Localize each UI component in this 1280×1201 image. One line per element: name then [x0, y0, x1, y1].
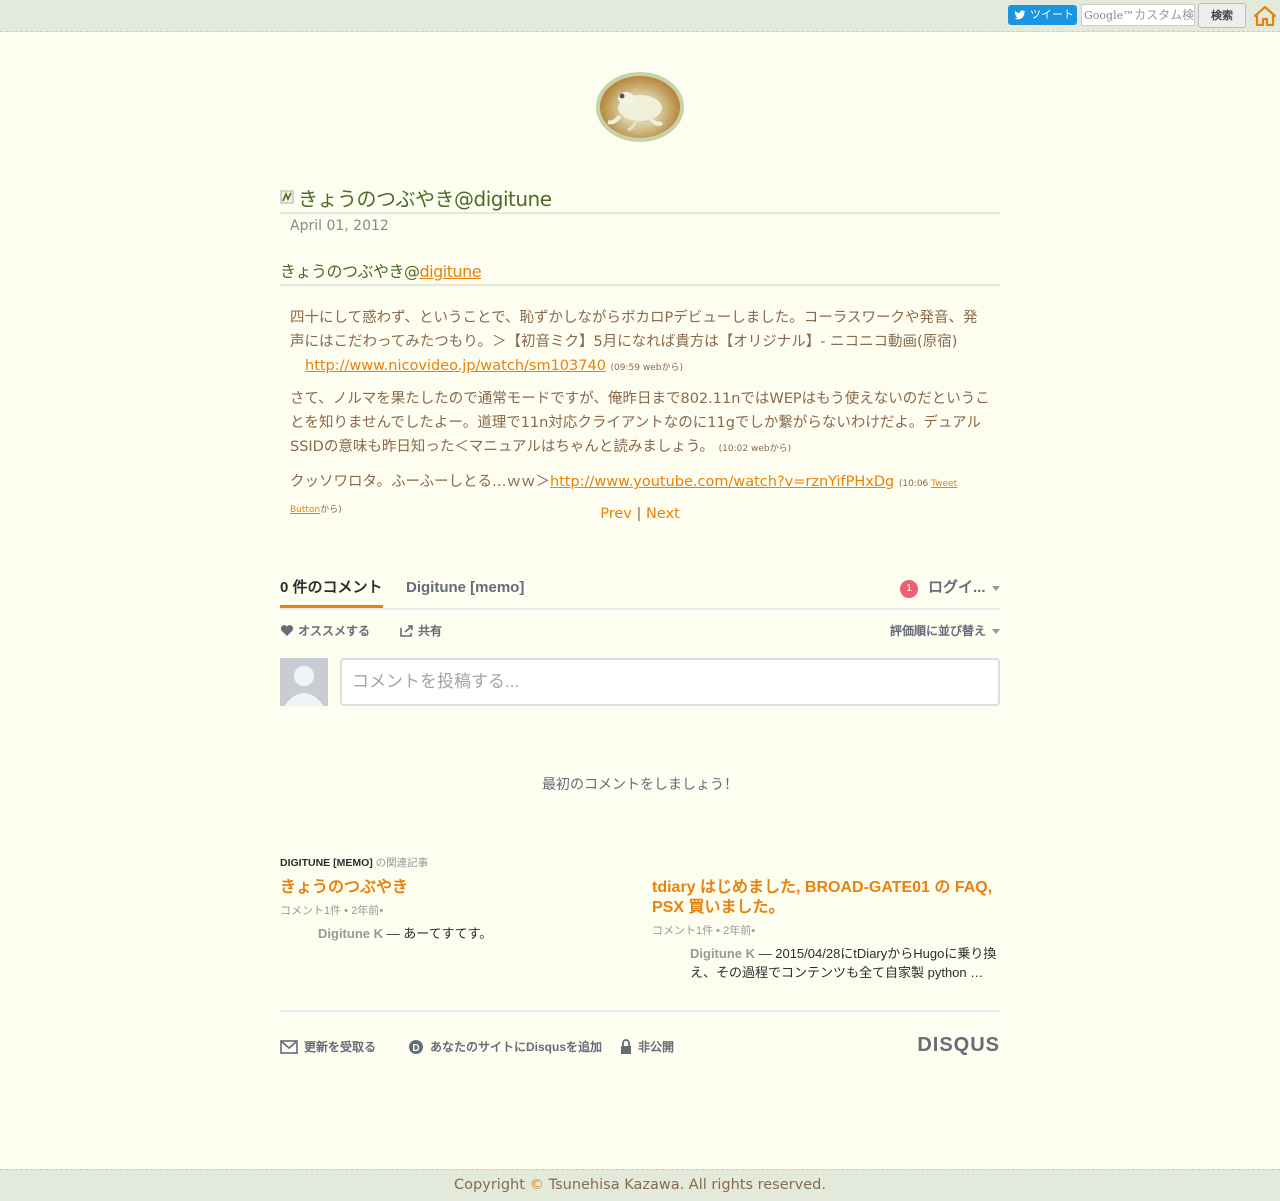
tweet-text: さて、ノルマを果たしたので通常モードですが、俺昨日まで802.11nではWEPは…	[290, 391, 990, 455]
recommend-label: オススメする	[298, 624, 371, 638]
privacy-label: 非公開	[638, 1040, 675, 1054]
related-item-author: Digitune K	[690, 946, 755, 961]
add-disqus-label: あなたのサイトにDisqusを追加	[430, 1040, 603, 1054]
related-item-meta: コメント1件 • 2年前•	[280, 905, 384, 917]
related-item-snippet-text: — あーてすてす。	[386, 926, 493, 941]
related-heading: DIGITUNE [MEMO] の関連記事	[280, 855, 428, 870]
tweet-link[interactable]: http://www.youtube.com/watch?v=rznYifPHx…	[550, 474, 894, 490]
recommend-button[interactable]: オススメする	[280, 622, 370, 639]
copyright-prefix: Copyright	[454, 1177, 530, 1193]
subscribe-label: 更新を受取る	[304, 1040, 377, 1054]
twitter-bird-icon	[1014, 10, 1026, 20]
search-placeholder: カスタム検索	[1134, 8, 1195, 22]
post-subtitle: きょうのつぶやき@digitune	[280, 258, 1000, 286]
chevron-down-icon	[992, 629, 1000, 635]
subtitle-prefix: きょうのつぶやき@	[280, 262, 420, 281]
subtitle-link[interactable]: digitune	[420, 262, 482, 281]
tweet-text: クッソワロタ。ふーふーしとる…ｗｗ＞	[290, 474, 550, 490]
svg-text:D: D	[412, 1043, 419, 1054]
disqus-actions: オススメする 共有 評価順に並び替え	[280, 620, 1000, 640]
google-brand: Google™	[1084, 9, 1135, 22]
copyright-text: Tsunehisa Kazawa. All rights reserved.	[544, 1177, 826, 1193]
empty-comments-message: 最初のコメントをしましょう！	[542, 776, 738, 792]
notification-badge[interactable]: 1	[900, 580, 918, 598]
related-item-title[interactable]: きょうのつぶやき	[280, 878, 625, 898]
next-link[interactable]: Next	[646, 506, 680, 522]
tab-site[interactable]: Digitune [memo]	[406, 570, 524, 606]
related-item-author: Digitune K	[318, 926, 383, 941]
tweet-meta: (09:59 webから)	[610, 363, 683, 373]
sort-label: 評価順に並び替え	[889, 624, 986, 638]
related-item-meta: コメント1件 • 2年前•	[652, 925, 756, 937]
disqus-logo[interactable]: DISQUS	[917, 1034, 1000, 1057]
tweet-button[interactable]: ツイート	[1008, 5, 1077, 25]
user-avatar	[280, 658, 328, 706]
privacy-link[interactable]: 非公開	[620, 1038, 674, 1055]
broken-image-icon	[280, 190, 294, 204]
top-bar: ツイート Google™カスタム検索 検索	[0, 0, 1280, 32]
tweet-item: さて、ノルマを果たしたので通常モードですが、俺昨日まで802.11nではWEPは…	[290, 387, 990, 461]
copyright-symbol: ©	[529, 1177, 545, 1193]
disqus-footer: 更新を受取る D あなたのサイトにDisqusを追加 非公開 DISQUS	[280, 1010, 1000, 1062]
subscribe-link[interactable]: 更新を受取る	[280, 1038, 376, 1055]
share-icon	[400, 625, 413, 637]
related-heading-suffix: の関連記事	[375, 857, 429, 869]
disqus-d-icon: D	[409, 1039, 423, 1054]
related-item-snippet[interactable]: Digitune K — あーてすてす。	[280, 924, 625, 943]
share-label: 共有	[418, 624, 443, 638]
site-logo-frog[interactable]	[596, 72, 684, 142]
related-item-snippet[interactable]: Digitune K — 2015/04/28にtDiaryからHugoに乗り換…	[652, 944, 997, 982]
tweet-button-label: ツイート	[1030, 8, 1074, 21]
lock-icon	[621, 1038, 631, 1054]
tweet-item: 四十にして惑わず、ということで、恥ずかしながらボカロPデビューしました。コーラス…	[290, 306, 990, 380]
prev-link[interactable]: Prev	[600, 506, 632, 522]
tweet-text: 四十にして惑わず、ということで、恥ずかしながらボカロPデビューしました。コーラス…	[290, 310, 978, 350]
disqus-tabs: 0 件のコメント Digitune [memo] 1 ログイ...	[280, 570, 1000, 610]
related-item-title[interactable]: tdiary はじめました, BROAD-GATE01 の FAQ, PSX 買…	[652, 878, 997, 918]
post-date: April 01, 2012	[290, 218, 389, 234]
related-item: きょうのつぶやき コメント1件 • 2年前• Digitune K — あーてす…	[280, 878, 625, 943]
comment-input[interactable]: コメントを投稿する...	[340, 658, 1000, 706]
pagination: Prev | Next	[0, 506, 1280, 522]
mail-icon	[280, 1039, 298, 1054]
copyright-bar: Copyright © Tsunehisa Kazawa. All rights…	[0, 1169, 1280, 1201]
heart-icon	[280, 625, 294, 636]
login-menu[interactable]: ログイ...	[928, 570, 1000, 606]
add-disqus-link[interactable]: D あなたのサイトにDisqusを追加	[408, 1038, 602, 1055]
chevron-down-icon	[991, 585, 1000, 591]
tweet-link[interactable]: http://www.nicovideo.jp/watch/sm103740	[305, 358, 606, 374]
tab-comments[interactable]: 0 件のコメント	[280, 570, 383, 608]
tweet-meta-prefix: (10:06	[898, 479, 932, 489]
post-title: きょうのつぶやき@digitune	[280, 182, 1000, 214]
related-heading-site: DIGITUNE [MEMO]	[280, 857, 373, 869]
frog-image	[607, 92, 663, 132]
default-avatar-icon	[284, 666, 324, 706]
sort-dropdown[interactable]: 評価順に並び替え	[890, 622, 1000, 639]
post-title-text[interactable]: きょうのつぶやき@digitune	[298, 183, 552, 212]
tweet-meta: (10:02 webから)	[718, 444, 792, 454]
share-button[interactable]: 共有	[400, 622, 442, 639]
search-input[interactable]: Google™カスタム検索	[1081, 4, 1195, 26]
home-icon[interactable]	[1254, 6, 1276, 26]
related-item: tdiary はじめました, BROAD-GATE01 の FAQ, PSX 買…	[652, 878, 997, 982]
login-label: ログイ...	[928, 579, 986, 596]
pagination-separator: |	[636, 506, 642, 522]
search-button[interactable]: 検索	[1198, 3, 1246, 28]
